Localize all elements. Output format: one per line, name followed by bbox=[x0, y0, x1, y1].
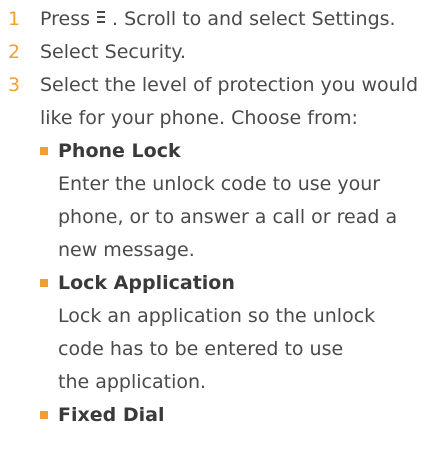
option-title: Lock Application bbox=[58, 272, 235, 294]
step-text-before-icon: Press bbox=[40, 8, 91, 30]
menu-icon bbox=[94, 9, 108, 27]
instructions-document: 1 Press. Scroll to and select Settings. … bbox=[0, 3, 431, 432]
step-3: 3 Select the level of protection you wou… bbox=[0, 69, 431, 135]
option-title: Phone Lock bbox=[58, 140, 181, 162]
option-desc-line: Enter the unlock code to use your bbox=[58, 173, 381, 195]
step-number: 3 bbox=[8, 74, 21, 96]
option-desc-line: Lock an application so the unlock bbox=[58, 305, 376, 327]
step-1: 1 Press . Scroll to and select Settings. bbox=[0, 3, 431, 36]
protection-options-list: Phone Lock Enter the unlock code to use … bbox=[40, 135, 431, 432]
step-number: 1 bbox=[8, 8, 21, 30]
option-desc-line: phone, or to answer a call or read a bbox=[58, 206, 398, 228]
step-text: Select Security. bbox=[40, 41, 187, 63]
option-lock-application: Lock Application Lock an application so … bbox=[40, 267, 431, 399]
step-text-after-icon: . Scroll to and select Settings. bbox=[112, 8, 396, 30]
option-desc-line: the application. bbox=[58, 371, 207, 393]
option-phone-lock: Phone Lock Enter the unlock code to use … bbox=[40, 135, 431, 267]
option-title: Fixed Dial bbox=[58, 404, 165, 426]
option-desc-line: new message. bbox=[58, 239, 195, 261]
bullet-icon bbox=[40, 411, 48, 419]
step-text: Press . Scroll to and select Settings. bbox=[40, 8, 396, 30]
step-text-line-1: Select the level of protection you would bbox=[40, 74, 419, 96]
option-fixed-dial: Fixed Dial bbox=[40, 399, 431, 432]
step-text-line-2: like for your phone. Choose from: bbox=[40, 107, 358, 129]
step-2: 2 Select Security. bbox=[0, 36, 431, 69]
bullet-icon bbox=[40, 279, 48, 287]
option-desc-line: code has to be entered to use bbox=[58, 338, 344, 360]
bullet-icon bbox=[40, 147, 48, 155]
step-number: 2 bbox=[8, 41, 21, 63]
